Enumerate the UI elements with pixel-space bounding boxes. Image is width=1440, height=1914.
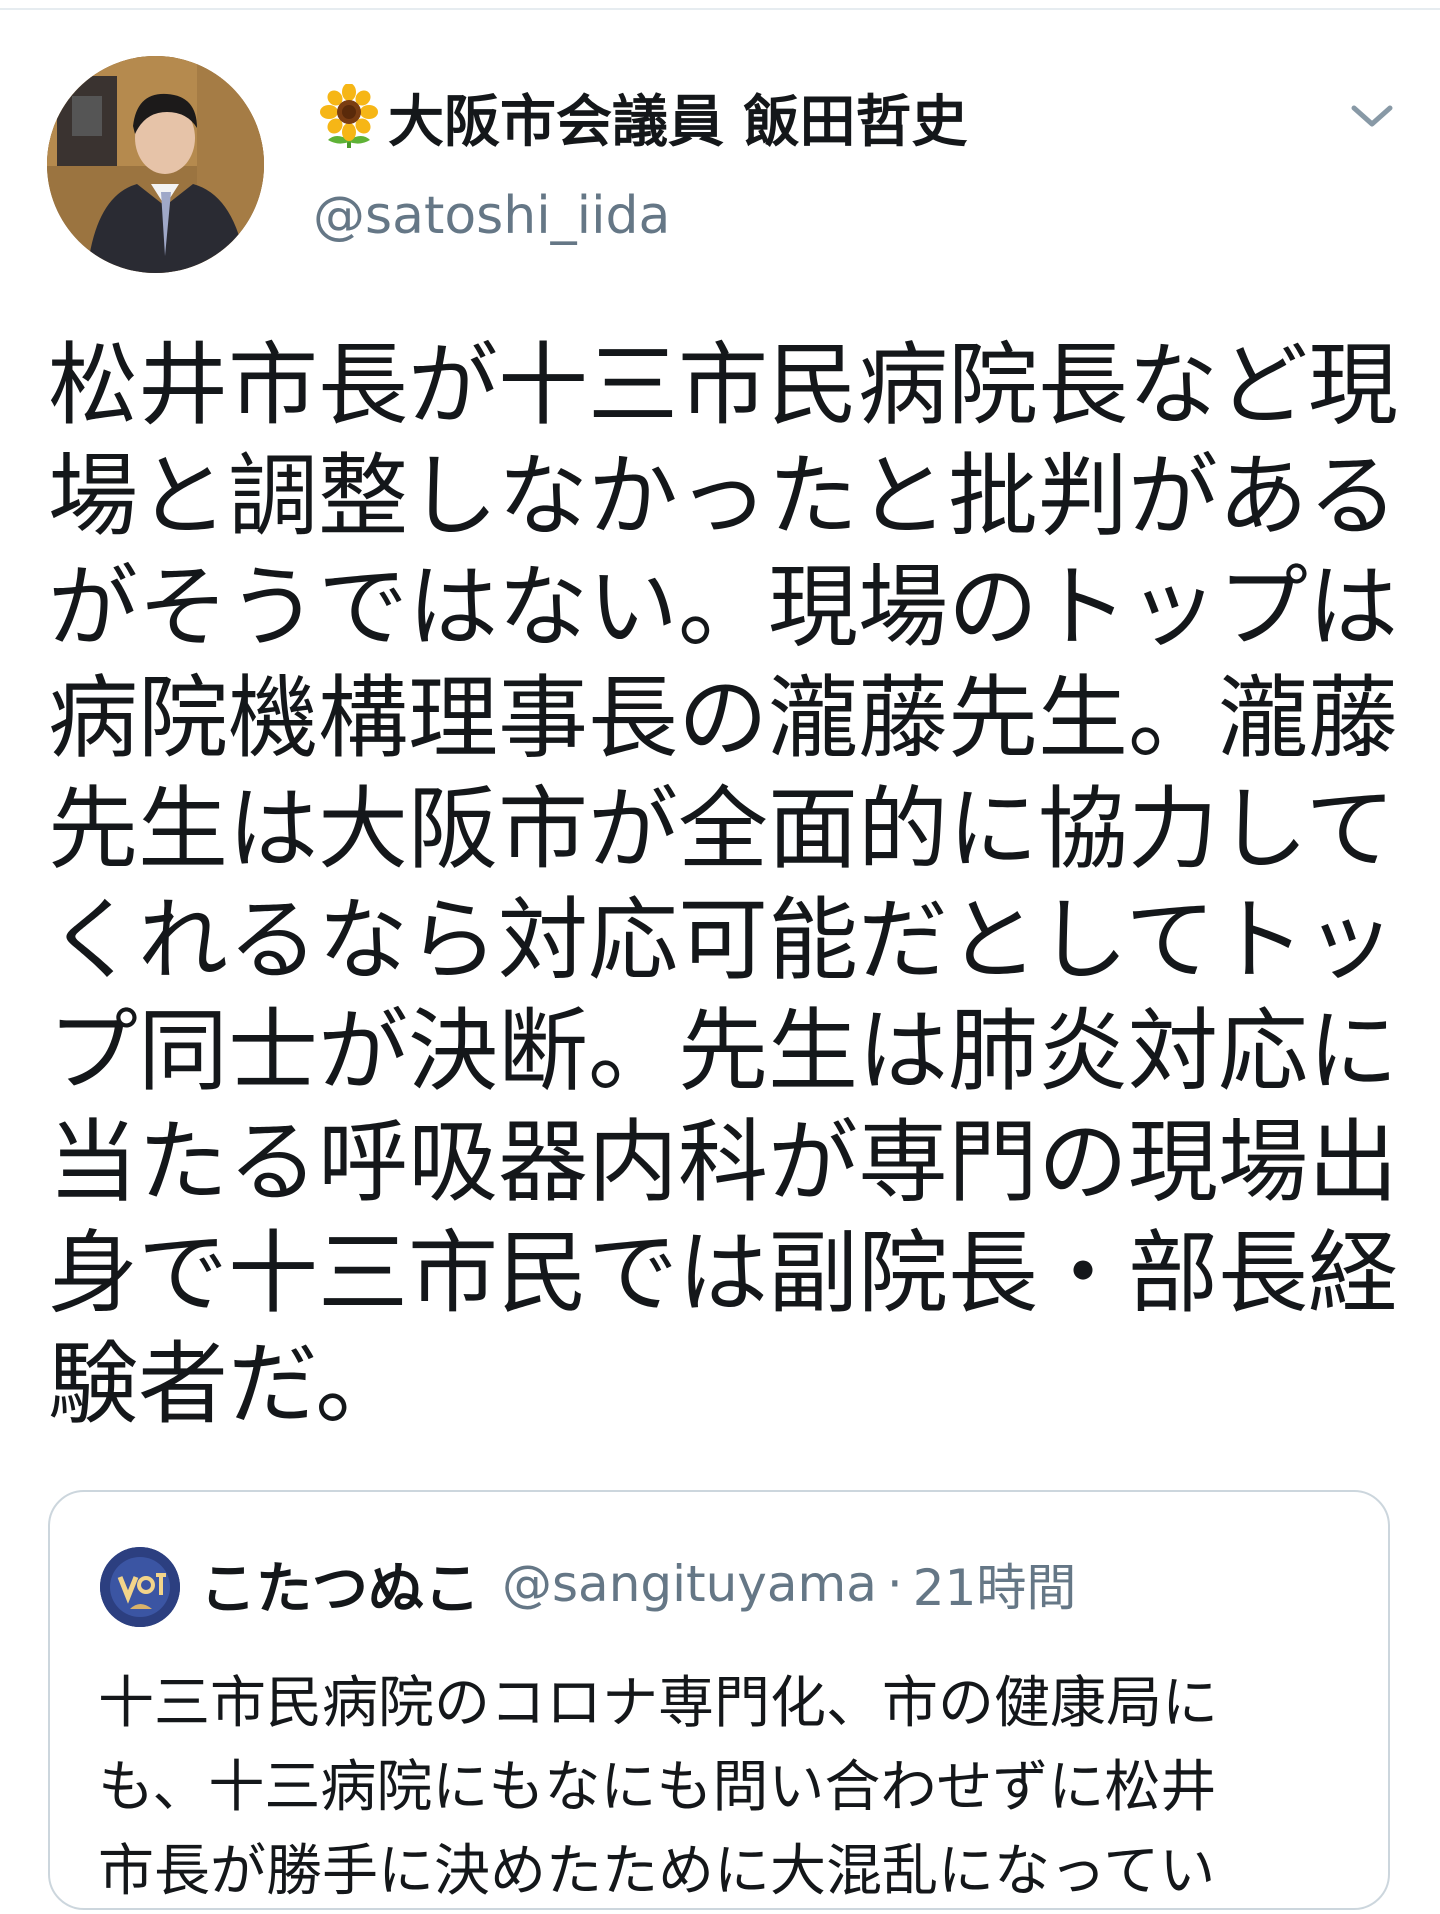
quoted-tweet-time[interactable]: 21時間 [913, 1548, 1077, 1620]
author-avatar[interactable] [47, 56, 264, 273]
quoted-author-name[interactable]: こたつぬこ [200, 1544, 480, 1625]
top-divider [0, 0, 1440, 10]
sunflower-icon [316, 84, 382, 150]
tweet-text-line: 松井市長が十三市民病院長など現 [48, 333, 1398, 438]
quoted-tweet-text: 十三市民病院のコロナ専門化、市の健康局に も、十三病院にもなにも問い合わせずに松… [98, 1662, 1358, 1914]
author-display-name: 大阪市会議員 飯田哲史 [388, 89, 968, 155]
tweet-text-line: 場と調整しなかったと批判がある [48, 444, 1398, 549]
tweet-text-line: 当たる呼吸器内科が専門の現場出 [48, 1110, 1398, 1215]
author-handle[interactable]: @satoshi_iida [313, 186, 670, 246]
tweet-text-line: がそうではない。現場のトップは [48, 555, 1398, 660]
quoted-text-line: 十三市民病院のコロナ専門化、市の健康局に [98, 1671, 1218, 1736]
tweet-text-line: 験者だ。 [48, 1332, 406, 1437]
vote-avatar-icon [100, 1547, 180, 1627]
tweet-text-line: くれるなら対応可能だとしてトッ [48, 888, 1396, 993]
quoted-author-avatar[interactable] [100, 1547, 180, 1627]
tweet-text-line: 身で十三市民では副院長・部長経 [48, 1221, 1398, 1326]
header-separator: · [886, 1555, 903, 1613]
quoted-author-handle[interactable]: @sangituyama [502, 1555, 877, 1613]
tweet-text: 松井市長が十三市民病院長など現 場と調整しなかったと批判がある がそうではない。… [48, 330, 1398, 1440]
quoted-text-line: も、十三病院にもなにも問い合わせずに松井 [98, 1755, 1217, 1820]
tweet-text-line: 先生は大阪市が全面的に協力して [48, 777, 1396, 882]
quoted-tweet-header: こたつぬこ @sangituyama · 21時間 [200, 1544, 1076, 1624]
chevron-down-icon[interactable] [1348, 96, 1396, 136]
quoted-text-line: 市長が勝手に決めたために大混乱になってい [98, 1839, 1216, 1904]
tweet-text-line: プ同士が決断。先生は肺炎対応に [48, 999, 1398, 1104]
quoted-tweet-card[interactable]: こたつぬこ @sangituyama · 21時間 十三市民病院のコロナ専門化、… [48, 1490, 1390, 1910]
tweet-text-line: 病院機構理事長の瀧藤先生。瀧藤 [48, 666, 1398, 771]
author-name-row[interactable]: 大阪市会議員 飯田哲史 [316, 82, 968, 155]
profile-photo-icon [47, 56, 264, 273]
